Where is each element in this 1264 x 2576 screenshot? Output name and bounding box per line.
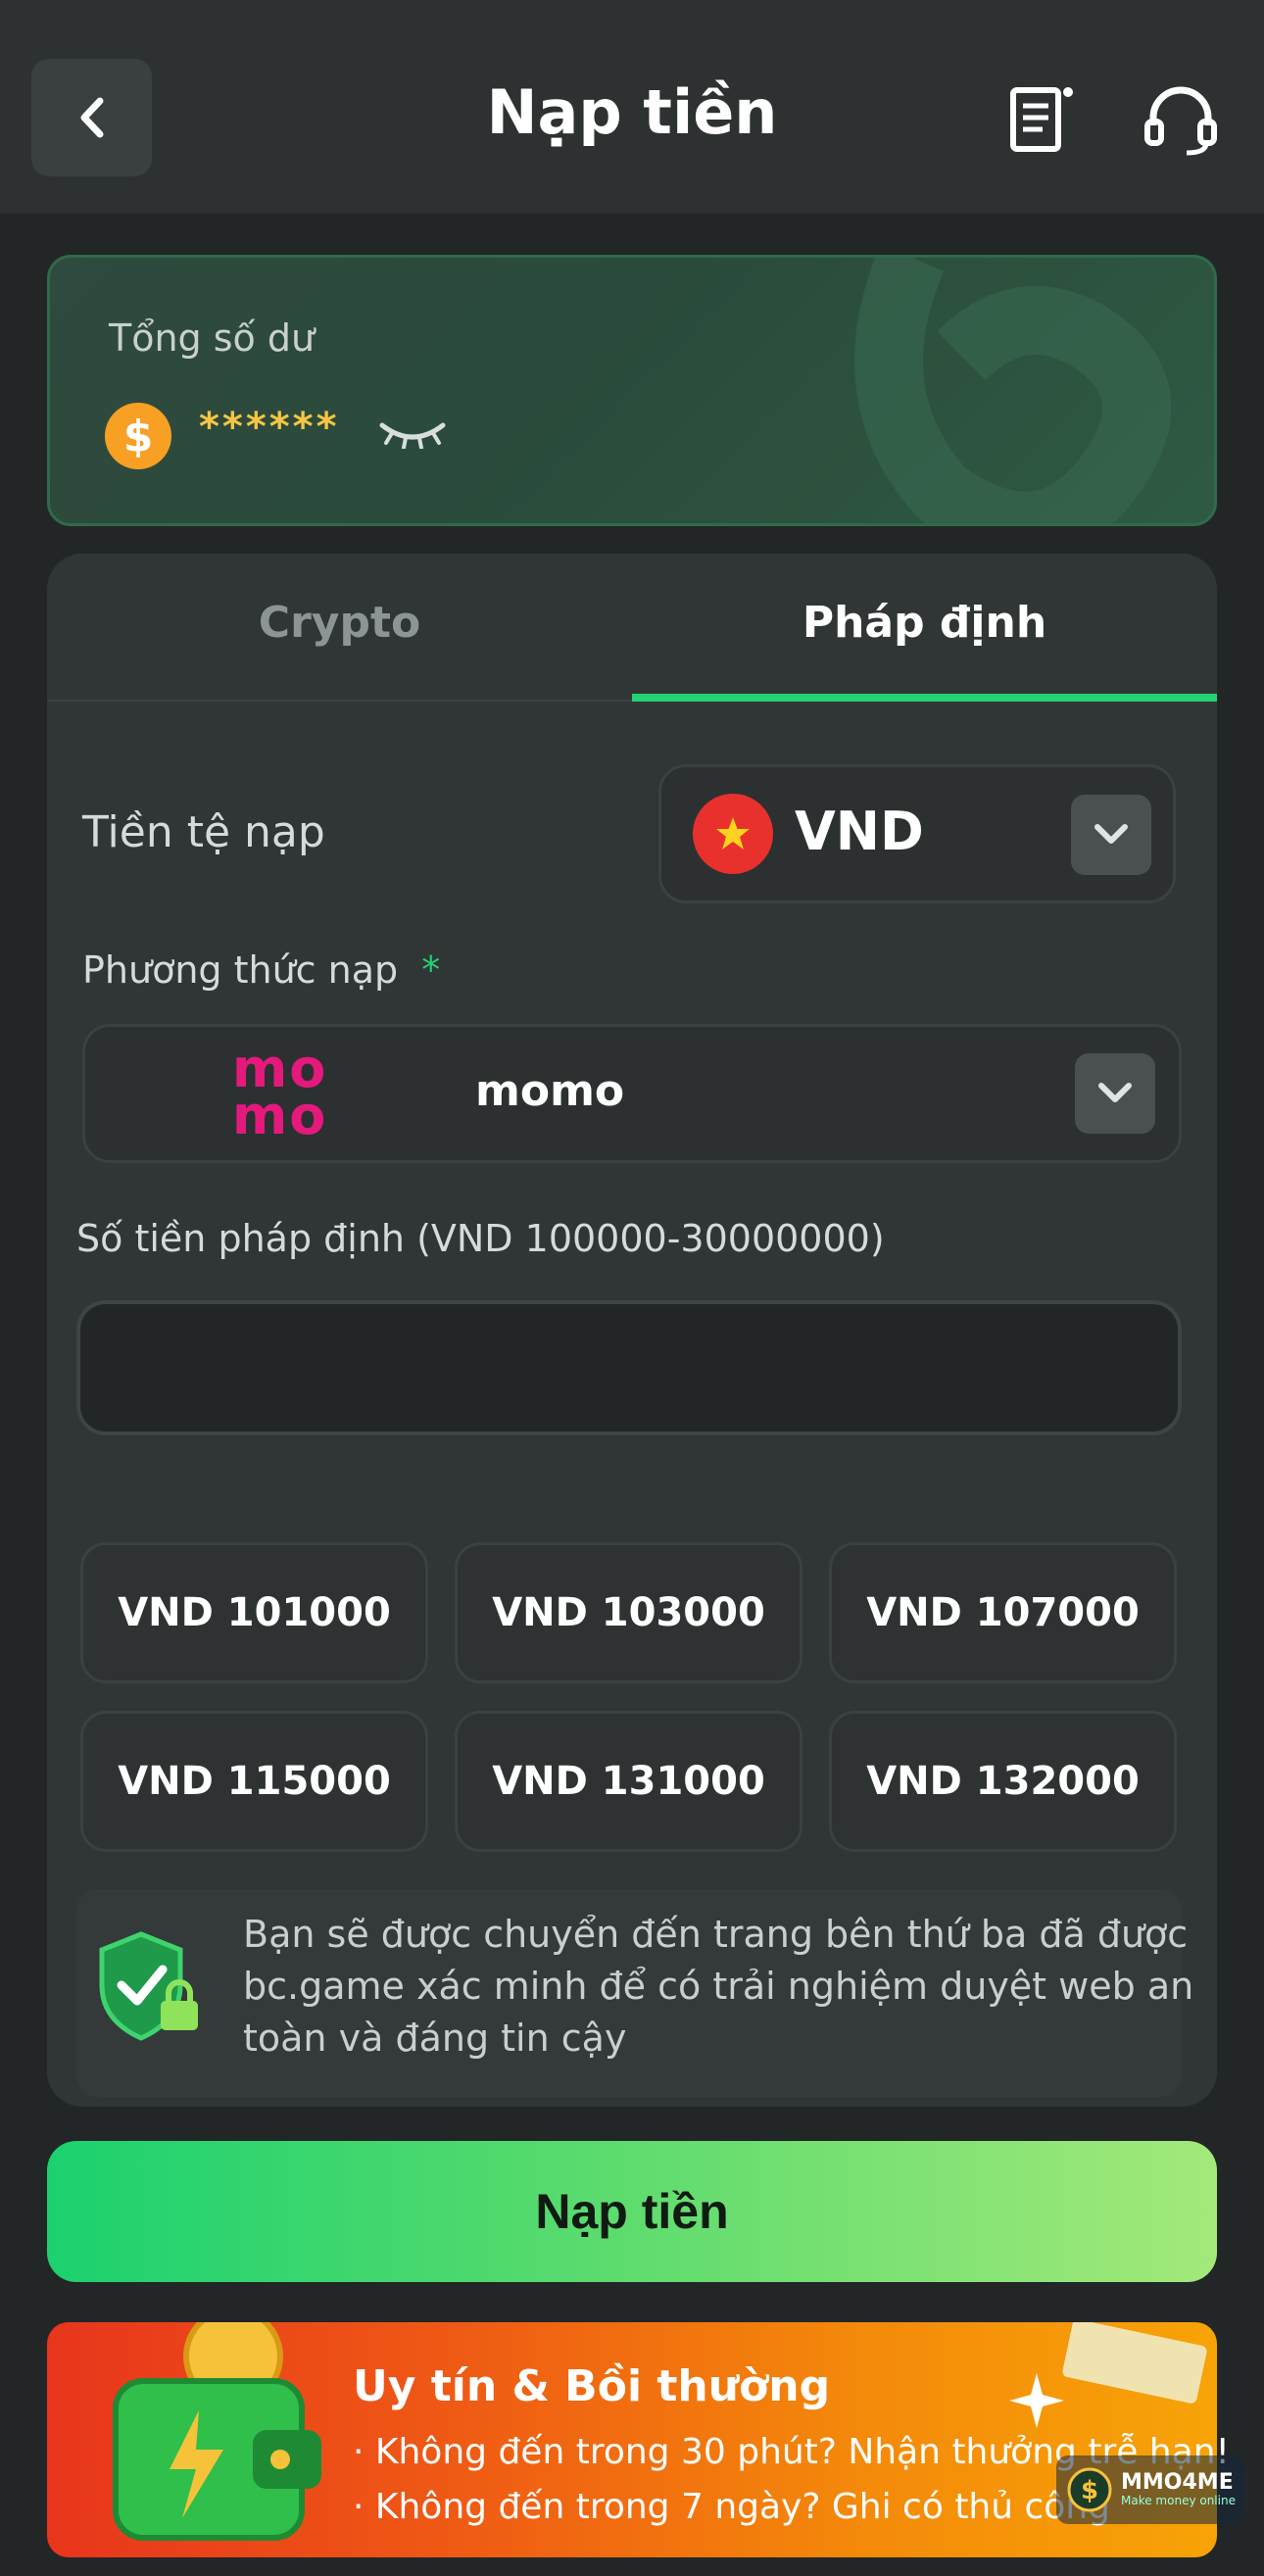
- preset-amount-button[interactable]: VND 103000: [455, 1542, 802, 1683]
- chevron-down-icon: [1094, 824, 1128, 844]
- chevron-left-icon: [80, 97, 103, 138]
- brand-watermark-icon: [854, 258, 1172, 523]
- tab-crypto[interactable]: Crypto: [47, 598, 632, 648]
- page-title: Nạp tiền: [486, 76, 778, 148]
- dollar-coin-icon: $: [1067, 2467, 1112, 2512]
- momo-logo-bottom: mo: [232, 1085, 328, 1146]
- svg-text:$: $: [1081, 2476, 1098, 2505]
- method-dropdown-button[interactable]: [1075, 1053, 1155, 1134]
- coin-icon: $: [105, 403, 171, 469]
- currency-dropdown-button[interactable]: [1071, 795, 1151, 875]
- preset-amount-button[interactable]: VND 115000: [80, 1711, 428, 1852]
- preset-amount-button[interactable]: VND 101000: [80, 1542, 428, 1683]
- tab-fiat[interactable]: Pháp định: [632, 598, 1217, 648]
- deposit-button[interactable]: Nạp tiền: [47, 2141, 1217, 2282]
- back-button[interactable]: [31, 59, 152, 176]
- cash-icon: [1062, 2322, 1207, 2404]
- promo-title: Uy tín & Bồi thường: [353, 2361, 831, 2411]
- vietnam-flag-icon: [693, 794, 773, 874]
- wallet-icon: [113, 2322, 321, 2541]
- chevron-down-icon: [1098, 1083, 1132, 1102]
- preset-amount-button[interactable]: VND 132000: [829, 1711, 1177, 1852]
- support-button[interactable]: [1142, 80, 1220, 159]
- momo-logo: mo mo: [232, 1043, 334, 1146]
- balance-card: Tổng số dư $ ******: [47, 255, 1217, 526]
- eye-closed-icon[interactable]: [378, 419, 447, 449]
- preset-amount-button[interactable]: VND 107000: [829, 1542, 1177, 1683]
- method-label-text: Phương thức nạp: [82, 948, 399, 992]
- method-value: momo: [475, 1066, 625, 1116]
- method-label: Phương thức nạp *: [82, 948, 440, 992]
- balance-value: ******: [199, 405, 340, 450]
- watermark-text: MMO4ME: [1121, 2470, 1234, 2495]
- headset-icon: [1144, 86, 1217, 156]
- shield-check-icon: [99, 1931, 198, 2041]
- sparkle-icon: [1009, 2373, 1064, 2428]
- currency-value: VND: [795, 801, 924, 862]
- promo-line: · Không đến trong 7 ngày? Ghi có thủ côn…: [353, 2487, 1110, 2527]
- watermark-badge: $ MMO4ME Make money online: [1056, 2455, 1244, 2524]
- active-tab-indicator: [632, 694, 1217, 702]
- required-mark: *: [421, 948, 441, 992]
- info-text: Bạn sẽ được chuyển đến trang bên thứ ba …: [243, 1913, 1194, 2060]
- amount-input[interactable]: [76, 1300, 1182, 1435]
- balance-label: Tổng số dư: [109, 316, 316, 360]
- amount-label: Số tiền pháp định (VND 100000-30000000): [76, 1217, 885, 1260]
- currency-label: Tiền tệ nạp: [82, 807, 325, 857]
- receipt-icon: [1010, 87, 1073, 152]
- watermark-subtext: Make money online: [1121, 2494, 1236, 2507]
- history-button[interactable]: [1001, 80, 1080, 159]
- currency-select[interactable]: VND: [658, 764, 1176, 903]
- preset-amount-button[interactable]: VND 131000: [455, 1711, 802, 1852]
